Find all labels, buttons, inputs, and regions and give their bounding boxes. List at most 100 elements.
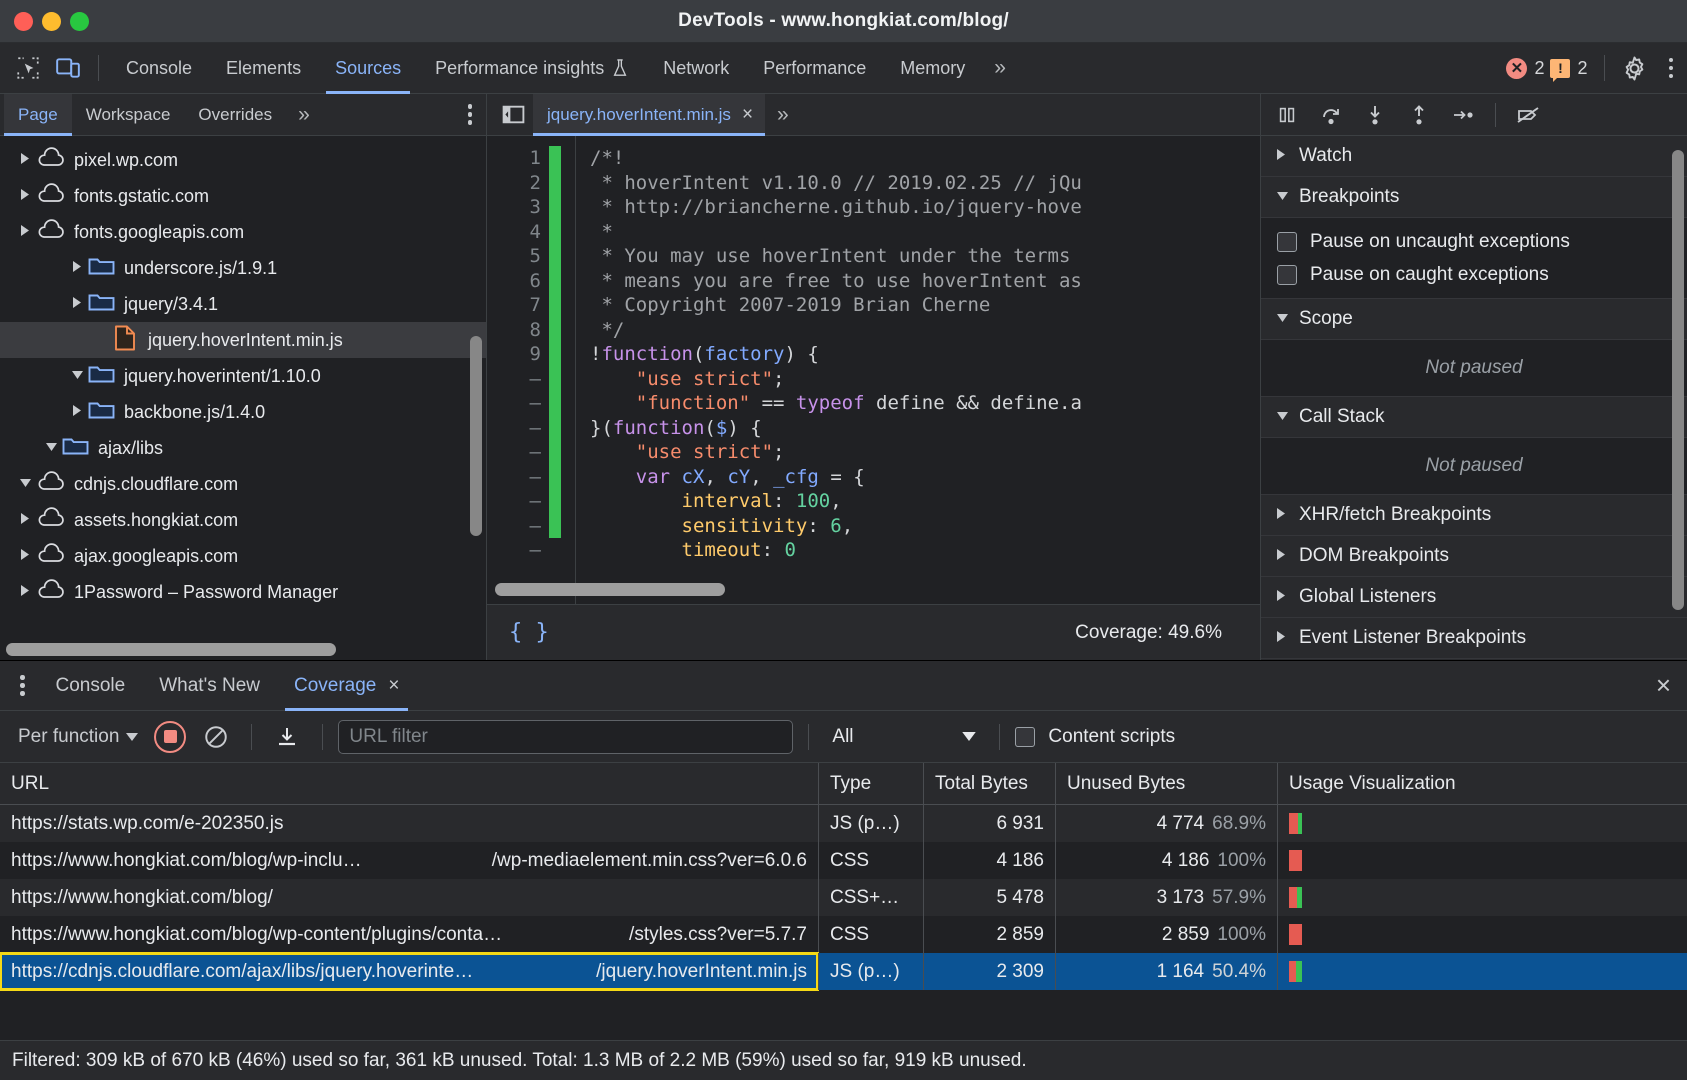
- editor-tab-jquery-hoverintent[interactable]: jquery.hoverIntent.min.js ×: [533, 93, 766, 136]
- more-editor-tabs-icon[interactable]: »: [765, 103, 801, 127]
- tab-network[interactable]: Network: [646, 43, 746, 94]
- debugger-section-breakpoints[interactable]: Breakpoints: [1261, 177, 1687, 218]
- debugger-section-dom-breakpoints[interactable]: DOM Breakpoints: [1261, 536, 1687, 577]
- clear-coverage-icon[interactable]: [196, 718, 236, 756]
- tab-elements[interactable]: Elements: [209, 43, 318, 94]
- line-number[interactable]: 7: [487, 293, 575, 318]
- url-filter-input[interactable]: URL filter: [338, 719, 794, 754]
- pause-script-icon[interactable]: [1267, 96, 1307, 134]
- line-number[interactable]: –: [487, 514, 575, 539]
- tab-performance-insights[interactable]: Performance insights: [418, 43, 646, 94]
- disclosure-triangle-icon[interactable]: [66, 261, 88, 275]
- error-count-badge[interactable]: ✕ 2: [1506, 57, 1544, 79]
- column-header-total-bytes[interactable]: Total Bytes: [923, 762, 1055, 805]
- table-row[interactable]: https://www.hongkiat.com/blog/wp-content…: [0, 916, 1687, 953]
- navigator-horizontal-scrollbar[interactable]: [6, 643, 336, 656]
- step-into-icon[interactable]: [1355, 96, 1395, 134]
- tree-item[interactable]: 1Password – Password Manager: [0, 574, 486, 610]
- more-nav-tabs-icon[interactable]: »: [286, 103, 322, 127]
- table-row[interactable]: https://www.hongkiat.com/blog/wp-inclu… /…: [0, 842, 1687, 879]
- nav-tab-overrides[interactable]: Overrides: [184, 94, 286, 136]
- pause-uncaught-exceptions-checkbox[interactable]: Pause on uncaught exceptions: [1261, 225, 1687, 258]
- step-over-icon[interactable]: [1311, 96, 1351, 134]
- line-number[interactable]: 2: [487, 171, 575, 196]
- line-number[interactable]: –: [487, 538, 575, 563]
- disclosure-triangle-icon[interactable]: [14, 478, 36, 490]
- tree-item[interactable]: ajax.googleapis.com: [0, 538, 486, 574]
- tree-item[interactable]: jquery.hoverintent/1.10.0: [0, 358, 486, 394]
- code-scroll-area[interactable]: 1 2 3 4 5 6 7 8 9– – – – – – – – /*! * hoverIntent v1.1…: [487, 136, 1260, 604]
- settings-gear-icon[interactable]: [1615, 49, 1655, 87]
- close-coverage-tab-icon[interactable]: ×: [388, 675, 399, 697]
- main-menu-icon[interactable]: [1655, 57, 1687, 79]
- navigator-vertical-scrollbar[interactable]: [470, 336, 482, 536]
- line-number[interactable]: 4: [487, 220, 575, 245]
- line-number[interactable]: –: [487, 440, 575, 465]
- device-toolbar-icon[interactable]: [48, 49, 88, 87]
- tree-item[interactable]: underscore.js/1.9.1: [0, 250, 486, 286]
- tree-item[interactable]: backbone.js/1.4.0: [0, 394, 486, 430]
- export-coverage-icon[interactable]: [267, 718, 307, 756]
- debugger-section-event-listener-breakpoints[interactable]: Event Listener Breakpoints: [1261, 618, 1687, 659]
- deactivate-breakpoints-icon[interactable]: [1508, 96, 1548, 134]
- show-navigator-icon[interactable]: [493, 96, 533, 134]
- table-row-selected[interactable]: https://cdnjs.cloudflare.com/ajax/libs/j…: [0, 952, 1687, 991]
- warning-count-badge[interactable]: ! 2: [1550, 58, 1588, 82]
- line-number[interactable]: –: [487, 489, 575, 514]
- pretty-print-icon[interactable]: { }: [509, 620, 549, 645]
- line-number[interactable]: 5: [487, 244, 575, 269]
- disclosure-triangle-icon[interactable]: [14, 513, 36, 527]
- nav-tab-page[interactable]: Page: [4, 93, 72, 136]
- drawer-tab-coverage[interactable]: Coverage ×: [277, 661, 417, 711]
- line-number[interactable]: 1: [487, 146, 575, 171]
- tree-item[interactable]: cdnjs.cloudflare.com: [0, 466, 486, 502]
- column-header-unused-bytes[interactable]: Unused Bytes: [1055, 762, 1277, 805]
- tree-item-selected[interactable]: jquery.hoverIntent.min.js: [0, 322, 486, 358]
- step-icon[interactable]: [1443, 96, 1483, 134]
- disclosure-triangle-icon[interactable]: [66, 370, 88, 382]
- debugger-section-watch[interactable]: Watch: [1261, 136, 1687, 177]
- table-row[interactable]: https://stats.wp.com/e-202350.js JS (p…) 6…: [0, 805, 1687, 842]
- navigator-menu-icon[interactable]: [454, 104, 487, 125]
- tab-sources[interactable]: Sources: [318, 43, 418, 94]
- tree-item[interactable]: pixel.wp.com: [0, 142, 486, 178]
- debugger-section-call-stack[interactable]: Call Stack: [1261, 397, 1687, 438]
- line-number[interactable]: 9: [487, 342, 575, 367]
- record-coverage-button[interactable]: [154, 720, 187, 753]
- column-header-type[interactable]: Type: [818, 762, 923, 805]
- close-tab-icon[interactable]: ×: [742, 104, 753, 126]
- line-number[interactable]: –: [487, 416, 575, 441]
- column-header-url[interactable]: URL: [0, 763, 818, 805]
- tab-performance[interactable]: Performance: [746, 43, 883, 94]
- line-number[interactable]: –: [487, 391, 575, 416]
- debugger-section-global-listeners[interactable]: Global Listeners: [1261, 577, 1687, 618]
- line-number[interactable]: 8: [487, 318, 575, 343]
- line-number[interactable]: –: [487, 465, 575, 490]
- tab-console[interactable]: Console: [109, 43, 209, 94]
- disclosure-triangle-icon[interactable]: [40, 442, 62, 454]
- line-number[interactable]: 6: [487, 269, 575, 294]
- step-out-icon[interactable]: [1399, 96, 1439, 134]
- table-row[interactable]: https://www.hongkiat.com/blog/CSS+… 5 478…: [0, 879, 1687, 916]
- line-number[interactable]: 3: [487, 195, 575, 220]
- drawer-menu-icon[interactable]: [6, 675, 39, 696]
- disclosure-triangle-icon[interactable]: [14, 549, 36, 563]
- tree-item[interactable]: ajax/libs: [0, 430, 486, 466]
- tree-item[interactable]: fonts.googleapis.com: [0, 214, 486, 250]
- pause-caught-exceptions-checkbox[interactable]: Pause on caught exceptions: [1261, 258, 1687, 291]
- source-code-text[interactable]: /*! * hoverIntent v1.10.0 // 2019.02.25 …: [575, 136, 1260, 604]
- drawer-tab-console[interactable]: Console: [39, 661, 143, 711]
- column-header-usage-visualization[interactable]: Usage Visualization: [1277, 762, 1687, 805]
- content-scripts-checkbox[interactable]: Content scripts: [1015, 726, 1175, 748]
- tree-item[interactable]: fonts.gstatic.com: [0, 178, 486, 214]
- disclosure-triangle-icon[interactable]: [66, 297, 88, 311]
- file-tree[interactable]: pixel.wp.com fonts.gstatic.com fonts.googl…: [0, 136, 486, 660]
- disclosure-triangle-icon[interactable]: [14, 189, 36, 203]
- debugger-section-scope[interactable]: Scope: [1261, 299, 1687, 340]
- inspect-element-icon[interactable]: [8, 49, 48, 87]
- tree-item[interactable]: jquery/3.4.1: [0, 286, 486, 322]
- close-drawer-icon[interactable]: ×: [1656, 670, 1687, 701]
- coverage-mode-dropdown[interactable]: Per function: [12, 726, 144, 748]
- disclosure-triangle-icon[interactable]: [14, 585, 36, 599]
- debugger-section-xhr-fetch-breakpoints[interactable]: XHR/fetch Breakpoints: [1261, 495, 1687, 536]
